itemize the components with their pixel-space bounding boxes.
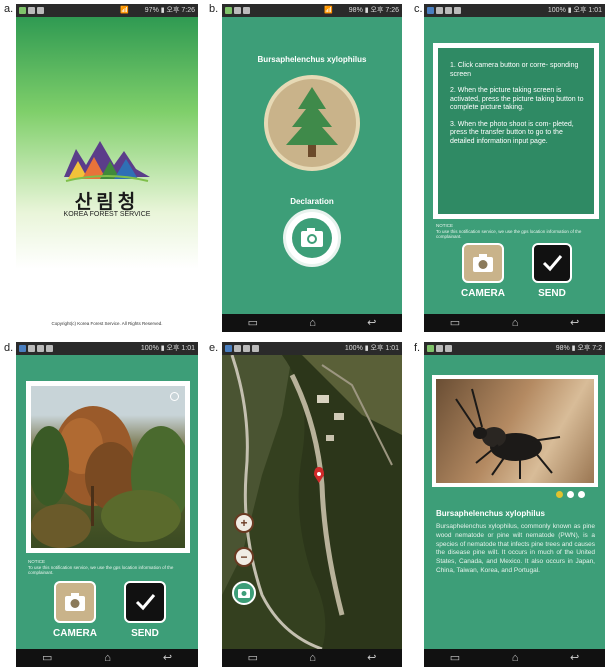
nav-bar: ▭ ⌂ ↩ xyxy=(222,314,402,332)
detail-screen: Bursaphelenchus xylophilus Bursaphelench… xyxy=(424,355,605,649)
back-icon[interactable]: ↩ xyxy=(367,314,376,332)
nav-bar: ▭ ⌂ ↩ xyxy=(424,649,605,667)
camera-icon xyxy=(473,254,493,272)
notice: NOTICE To use this notification service,… xyxy=(436,223,586,240)
zoom-in-icon: + xyxy=(240,516,248,530)
notice: NOTICE To use this notification service,… xyxy=(28,559,178,576)
photo-card xyxy=(26,381,190,553)
instruction-step-3: 3. When the photo shoot is com- pleted, … xyxy=(450,120,574,145)
carousel-dot[interactable] xyxy=(567,491,574,498)
recent-apps-icon[interactable]: ▭ xyxy=(450,649,460,667)
pine-tree-icon xyxy=(286,87,338,157)
back-icon[interactable]: ↩ xyxy=(570,649,579,667)
panel-label-b: b. xyxy=(209,3,219,15)
home-icon[interactable]: ⌂ xyxy=(309,314,316,332)
send-label: SEND xyxy=(538,288,566,299)
instructions-screen: 1. Click camera button or corre- spondin… xyxy=(424,17,605,314)
phone-photo: 100% ▮ 오후 1:01 NOTICE To use this notifi… xyxy=(16,342,198,667)
map-screen[interactable]: + − xyxy=(222,355,402,649)
home-icon[interactable]: ⌂ xyxy=(309,649,316,667)
nav-bar: ▭ ⌂ ↩ xyxy=(424,314,605,332)
detail-title: Bursaphelenchus xylophilus xyxy=(436,509,545,518)
carousel-dot[interactable] xyxy=(578,491,585,498)
zoom-in-button[interactable]: + xyxy=(234,513,254,533)
forest-service-logo xyxy=(64,141,150,182)
detail-body: Bursaphelenchus xylophilus, commonly kno… xyxy=(436,523,595,574)
recent-apps-icon[interactable]: ▭ xyxy=(248,649,258,667)
send-label: SEND xyxy=(131,628,159,639)
checkmark-icon xyxy=(542,255,563,272)
status-right: 📶 98% ▮ 오후 7:26 xyxy=(324,7,399,14)
camera-button[interactable] xyxy=(462,243,504,283)
phone-detail: 98% ▮ 오후 7:2 Bursaphelenchus xylophilus … xyxy=(424,342,605,667)
status-right: 100% ▮ 오후 1:01 xyxy=(344,345,399,352)
map-camera-button[interactable] xyxy=(232,581,256,605)
zoom-out-icon: − xyxy=(240,550,248,564)
forest-image xyxy=(31,406,185,548)
beetle-photo-card xyxy=(432,375,598,487)
notice-text: To use this notification service, we use… xyxy=(436,228,582,240)
splash-screen: 산림청 KOREA FOREST SERVICE Copyright(c) Ko… xyxy=(16,17,198,332)
status-bar: 100% ▮ 오후 1:01 xyxy=(16,342,198,355)
camera-icon xyxy=(238,589,250,598)
korean-name: 산림청 xyxy=(74,192,140,213)
phone-home: 📶 98% ▮ 오후 7:26 Bursaphelenchus xylophil… xyxy=(222,4,402,332)
back-icon[interactable]: ↩ xyxy=(570,314,579,332)
recent-apps-icon[interactable]: ▭ xyxy=(450,314,460,332)
beetle-image xyxy=(455,388,561,479)
home-icon[interactable]: ⌂ xyxy=(512,314,519,332)
phone-map: 100% ▮ 오후 1:01 + − ▭ ⌂ ↩ xyxy=(222,342,402,667)
compass-icon xyxy=(170,392,179,401)
panel-label-a: a. xyxy=(4,3,14,15)
status-bar: 📶 98% ▮ 오후 7:26 xyxy=(222,4,402,17)
notice-text: To use this notification service, we use… xyxy=(28,564,174,576)
nav-bar: ▭ ⌂ ↩ xyxy=(222,649,402,667)
forest-photo xyxy=(31,386,185,548)
copyright-text: Copyright(c) Korea Forest Service. All R… xyxy=(51,321,163,326)
instruction-step-1: 1. Click camera button or corre- spondin… xyxy=(450,62,579,78)
checkmark-icon xyxy=(135,594,156,611)
panel-label-d: d. xyxy=(4,342,14,354)
recent-apps-icon[interactable]: ▭ xyxy=(248,314,258,332)
beetle-photo xyxy=(436,379,594,483)
camera-button[interactable] xyxy=(54,581,96,623)
send-button[interactable] xyxy=(532,243,572,283)
panel-label-c: c. xyxy=(414,3,423,15)
camera-label: CAMERA xyxy=(53,628,97,639)
back-icon[interactable]: ↩ xyxy=(163,649,172,667)
photo-screen: NOTICE To use this notification service,… xyxy=(16,355,198,649)
status-bar: 100% ▮ 오후 1:01 xyxy=(424,4,605,17)
declaration-label: Declaration xyxy=(290,197,334,206)
english-name: KOREA FOREST SERVICE xyxy=(63,211,151,218)
phone-splash: 📶 97% ▮ 오후 7:26 산림청 KOREA FOREST SERVICE… xyxy=(16,4,198,332)
camera-icon xyxy=(65,593,85,611)
status-bar: 100% ▮ 오후 1:01 xyxy=(222,342,402,355)
zoom-out-button[interactable]: − xyxy=(234,547,254,567)
home-icon[interactable]: ⌂ xyxy=(104,649,111,667)
status-right: 📶 97% ▮ 오후 7:26 xyxy=(120,7,195,14)
instructions-card: 1. Click camera button or corre- spondin… xyxy=(433,43,599,219)
phone-instructions: 100% ▮ 오후 1:01 1. Click camera button or… xyxy=(424,4,605,332)
send-button[interactable] xyxy=(124,581,166,623)
status-bar: 98% ▮ 오후 7:2 xyxy=(424,342,605,355)
status-right: 98% ▮ 오후 7:2 xyxy=(555,345,602,352)
carousel-dots[interactable] xyxy=(556,491,585,498)
status-right: 100% ▮ 오후 1:01 xyxy=(140,345,195,352)
recent-apps-icon[interactable]: ▭ xyxy=(42,649,52,667)
panel-label-f: f. xyxy=(414,342,421,354)
status-right: 100% ▮ 오후 1:01 xyxy=(547,7,602,14)
back-icon[interactable]: ↩ xyxy=(367,649,376,667)
panel-label-e: e. xyxy=(209,342,219,354)
tree-emblem xyxy=(264,75,360,171)
carousel-dot-active[interactable] xyxy=(556,491,563,498)
app-title: Bursaphelenchus xylophilus xyxy=(257,55,367,64)
declaration-camera-button[interactable] xyxy=(283,209,341,267)
camera-label: CAMERA xyxy=(461,288,505,299)
instruction-step-2: 2. When the picture taking screen is act… xyxy=(450,87,584,111)
status-bar: 📶 97% ▮ 오후 7:26 xyxy=(16,4,198,17)
home-screen: Bursaphelenchus xylophilus Declaration xyxy=(222,17,402,314)
home-icon[interactable]: ⌂ xyxy=(512,649,519,667)
camera-icon xyxy=(301,228,323,247)
nav-bar: ▭ ⌂ ↩ xyxy=(16,649,198,667)
